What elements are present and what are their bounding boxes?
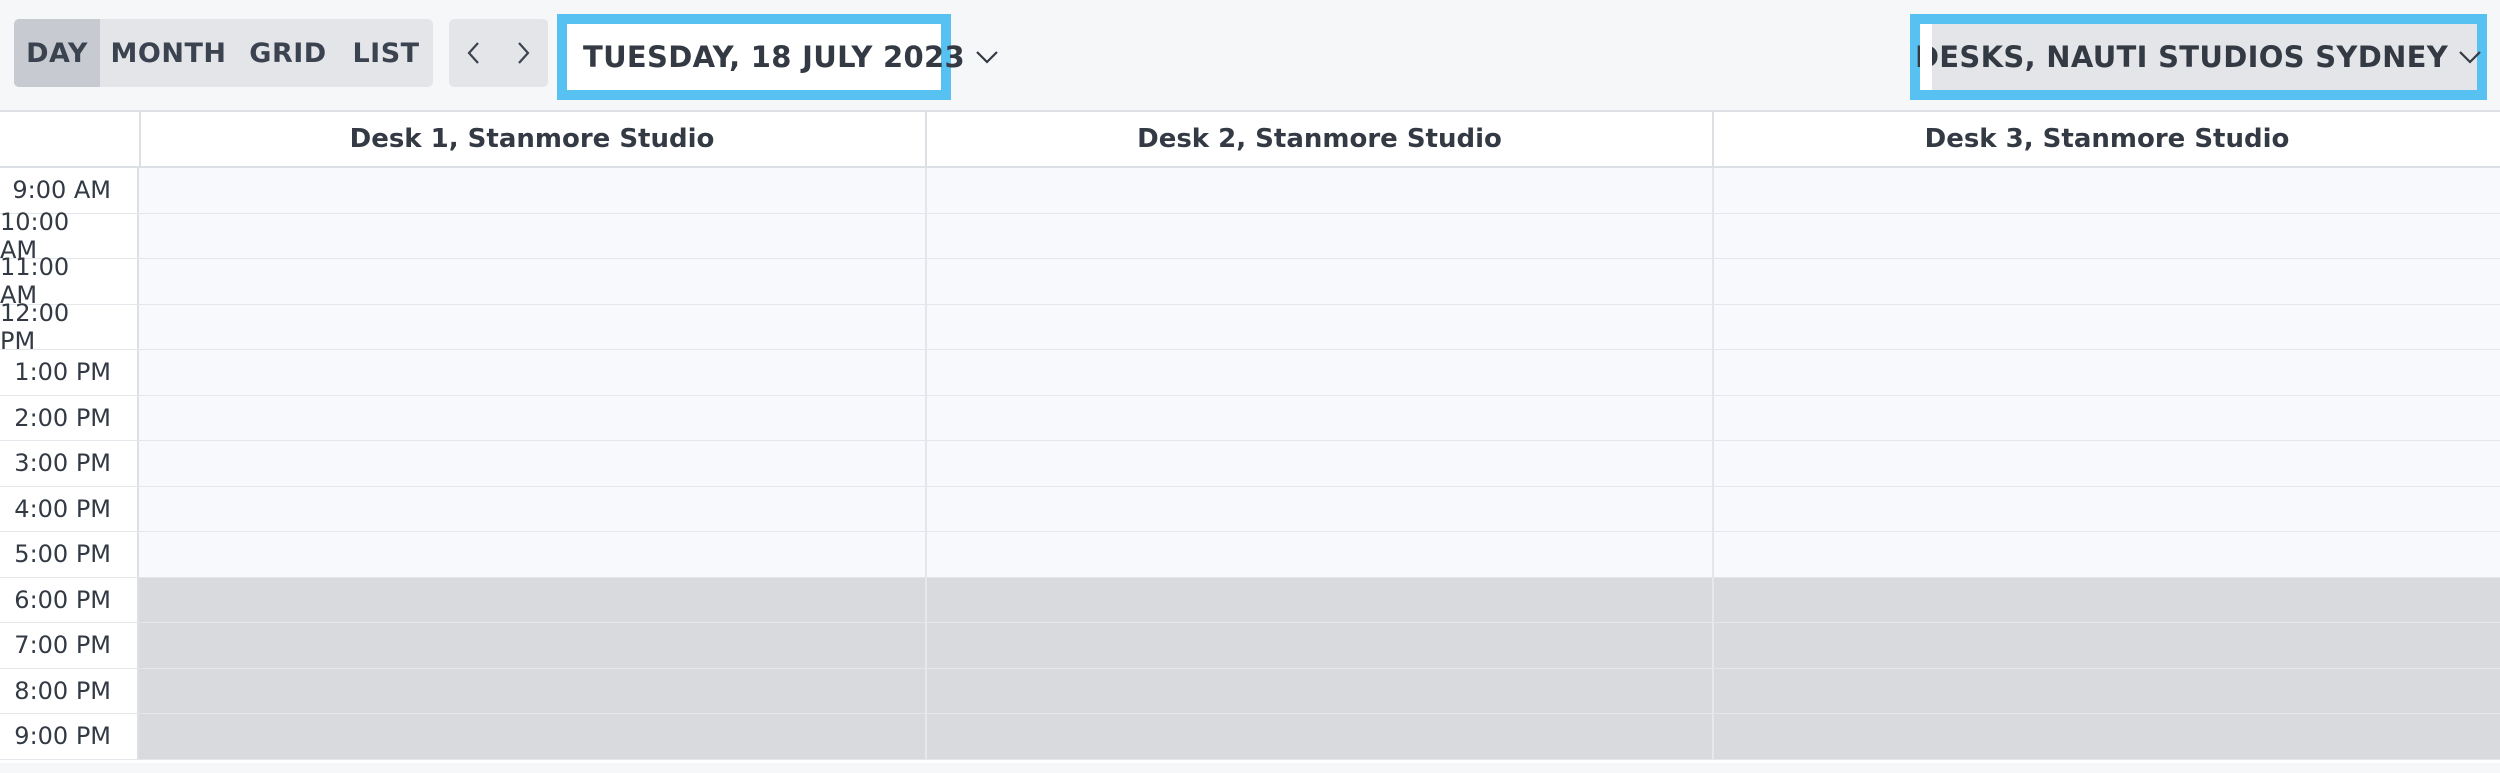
time-label: 9:00 PM [0, 714, 139, 759]
time-slot-desk-2[interactable] [927, 213, 1714, 258]
location-label: DESKS, NAUTI STUDIOS SYDNEY [1914, 40, 2449, 74]
time-slot-desk-1[interactable] [139, 441, 927, 486]
chevron-down-icon [975, 49, 999, 65]
current-date-label: TUESDAY, 18 JULY 2023 [583, 40, 965, 74]
time-slot-desk-1[interactable] [139, 395, 927, 440]
time-slot-desk-1[interactable] [139, 532, 927, 577]
time-slot-desk-3[interactable] [1714, 532, 2500, 577]
previous-day-button[interactable] [449, 19, 498, 87]
column-header-desk-3: Desk 3, Stanmore Studio [1924, 124, 2290, 154]
time-slot-desk-3[interactable] [1714, 168, 2500, 213]
time-label: 9:00 AM [0, 168, 139, 213]
date-picker-dropdown[interactable]: TUESDAY, 18 JULY 2023 [557, 14, 998, 100]
time-row: 9:00 AM [0, 168, 2500, 214]
time-slot-desk-2[interactable] [927, 304, 1714, 349]
time-row: 8:00 PM [0, 668, 2500, 714]
time-slot-desk-3[interactable] [1714, 441, 2500, 486]
time-row: 12:00 PM [0, 299, 2500, 355]
time-slot-desk-3[interactable] [1714, 486, 2500, 531]
time-row: 6:00 PM [0, 577, 2500, 623]
column-header-desk-1: Desk 1, Stanmore Studio [139, 112, 927, 166]
time-slot-desk-2[interactable] [927, 714, 1714, 759]
view-grid-button[interactable]: GRID [237, 19, 339, 87]
chevron-right-icon [517, 42, 529, 64]
next-day-button[interactable] [498, 19, 547, 87]
time-label: 2:00 PM [0, 395, 139, 440]
time-label: 4:00 PM [0, 486, 139, 531]
time-slot-desk-3[interactable] [1714, 213, 2500, 258]
time-slot-desk-2[interactable] [927, 259, 1714, 304]
time-label: 11:00 AM [0, 253, 139, 309]
header-corner [0, 112, 141, 166]
time-row: 2:00 PM [0, 395, 2500, 441]
time-label: 7:00 PM [0, 623, 139, 668]
time-slot-desk-2[interactable] [927, 623, 1714, 668]
time-slot-desk-3[interactable] [1714, 623, 2500, 668]
chevron-down-icon [2458, 49, 2482, 65]
view-list-button[interactable]: LIST [339, 19, 433, 87]
view-switcher: DAY MONTH GRID LIST [14, 19, 433, 87]
date-navigation [449, 19, 548, 87]
time-slot-desk-2[interactable] [927, 486, 1714, 531]
time-slot-desk-2[interactable] [927, 350, 1714, 395]
time-label: 3:00 PM [0, 441, 139, 486]
time-row: 7:00 PM [0, 623, 2500, 669]
time-row: 9:00 PM [0, 714, 2500, 760]
time-row: 1:00 PM [0, 350, 2500, 396]
time-label: 8:00 PM [0, 668, 139, 713]
time-row: 10:00 AM [0, 208, 2500, 264]
time-slot-desk-1[interactable] [139, 304, 927, 349]
time-slot-desk-1[interactable] [139, 623, 927, 668]
calendar-toolbar: DAY MONTH GRID LIST TUESDAY, 18 JULY 202… [0, 0, 2500, 110]
time-slot-desk-1[interactable] [139, 714, 927, 759]
time-row: 3:00 PM [0, 441, 2500, 487]
time-label: 6:00 PM [0, 577, 139, 622]
time-slot-desk-1[interactable] [139, 577, 927, 622]
time-slot-desk-1[interactable] [139, 350, 927, 395]
view-day-button[interactable]: DAY [14, 19, 100, 87]
time-slot-desk-1[interactable] [139, 486, 927, 531]
time-row: 5:00 PM [0, 532, 2500, 578]
time-slot-desk-1[interactable] [139, 259, 927, 304]
time-label: 5:00 PM [0, 532, 139, 577]
time-slot-desk-3[interactable] [1714, 259, 2500, 304]
time-row: 11:00 AM [0, 253, 2500, 309]
column-header-desk-2: Desk 2, Stanmore Studio [927, 112, 1714, 166]
location-picker-dropdown[interactable]: DESKS, NAUTI STUDIOS SYDNEY [1910, 14, 2487, 100]
time-slot-desk-3[interactable] [1714, 395, 2500, 440]
time-label: 10:00 AM [0, 208, 139, 264]
time-label: 12:00 PM [0, 299, 139, 355]
time-slot-desk-2[interactable] [927, 395, 1714, 440]
time-slot-desk-2[interactable] [927, 168, 1714, 213]
time-slot-desk-3[interactable] [1714, 304, 2500, 349]
time-slot-desk-1[interactable] [139, 213, 927, 258]
time-slot-desk-3[interactable] [1714, 577, 2500, 622]
day-schedule-grid: Desk 1, Stanmore Studio Desk 2, Stanmore… [0, 110, 2500, 763]
resource-header-row: Desk 1, Stanmore Studio Desk 2, Stanmore… [0, 112, 2500, 168]
time-slot-desk-2[interactable] [927, 532, 1714, 577]
time-label: 1:00 PM [0, 350, 139, 395]
time-slot-desk-2[interactable] [927, 577, 1714, 622]
time-row: 4:00 PM [0, 486, 2500, 532]
chevron-left-icon [467, 42, 479, 64]
view-month-button[interactable]: MONTH [100, 19, 237, 87]
time-slot-desk-1[interactable] [139, 168, 927, 213]
time-slot-desk-3[interactable] [1714, 668, 2500, 713]
time-slot-desk-2[interactable] [927, 441, 1714, 486]
time-slot-desk-3[interactable] [1714, 714, 2500, 759]
time-slot-desk-2[interactable] [927, 668, 1714, 713]
time-slot-desk-3[interactable] [1714, 350, 2500, 395]
time-slot-desk-1[interactable] [139, 668, 927, 713]
